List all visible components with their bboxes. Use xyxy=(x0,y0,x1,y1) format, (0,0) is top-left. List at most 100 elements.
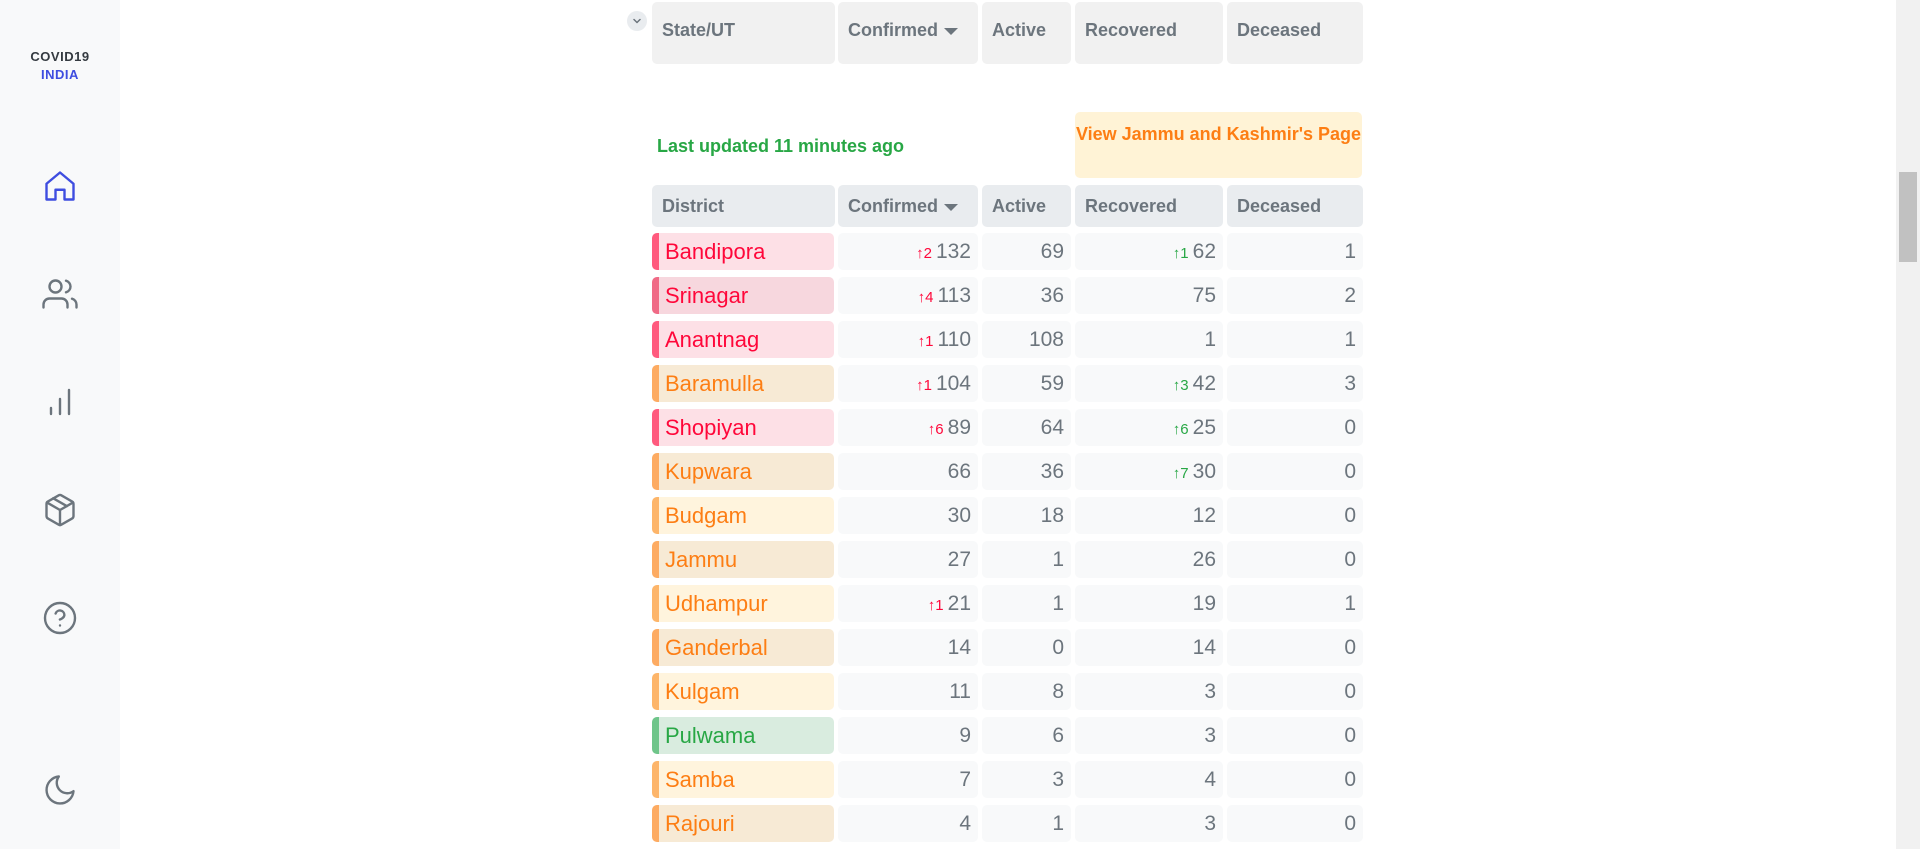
confirmed-cell: ↑1 110 xyxy=(838,321,978,358)
active-value: 6 xyxy=(1052,724,1064,747)
district-name-cell[interactable]: Kupwara xyxy=(652,453,834,490)
table-row[interactable]: Jammu 27 1 26 0 xyxy=(652,541,1363,578)
active-cell: 64 xyxy=(982,409,1071,446)
district-name-cell[interactable]: Baramulla xyxy=(652,365,834,402)
table-row[interactable]: Bandipora ↑2 132 69 ↑1 62 1 xyxy=(652,233,1363,270)
header-state[interactable]: State/UT xyxy=(652,2,835,64)
table-row[interactable]: Samba 7 3 4 0 xyxy=(652,761,1363,798)
district-name-cell[interactable]: Udhampur xyxy=(652,585,834,622)
dark-mode-toggle[interactable] xyxy=(38,768,82,812)
deceased-value: 1 xyxy=(1344,328,1356,351)
active-cell: 6 xyxy=(982,717,1071,754)
active-value: 69 xyxy=(1040,240,1064,263)
table-row[interactable]: Srinagar ↑4 113 36 75 2 xyxy=(652,277,1363,314)
active-cell: 3 xyxy=(982,761,1071,798)
confirmed-value: 9 xyxy=(959,724,971,747)
district-name-cell[interactable]: Jammu xyxy=(652,541,834,578)
recovered-value: 12 xyxy=(1192,504,1216,527)
nav-charts[interactable] xyxy=(38,380,82,424)
confirmed-cell: 7 xyxy=(838,761,978,798)
table-row[interactable]: Udhampur ↑1 21 1 19 1 xyxy=(652,585,1363,622)
deceased-cell: 0 xyxy=(1227,717,1363,754)
confirmed-delta-value: 1 xyxy=(935,597,944,614)
district-name: Baramulla xyxy=(665,371,765,396)
district-name-cell[interactable]: Rajouri xyxy=(652,805,834,842)
nav-home[interactable] xyxy=(38,164,82,208)
severity-bar xyxy=(652,321,659,358)
nav-faq[interactable] xyxy=(38,596,82,640)
table-row[interactable]: Kupwara 66 36 ↑7 30 0 xyxy=(652,453,1363,490)
severity-bar xyxy=(652,233,659,270)
deceased-value: 3 xyxy=(1344,372,1356,395)
district-name: Rajouri xyxy=(665,811,735,836)
district-name-cell[interactable]: Kulgam xyxy=(652,673,834,710)
district-name-cell[interactable]: Bandipora xyxy=(652,233,834,270)
recovered-cell: ↑3 42 xyxy=(1075,365,1223,402)
header-district-deceased[interactable]: Deceased xyxy=(1227,185,1363,227)
help-circle-icon xyxy=(43,601,77,635)
recovered-value: 42 xyxy=(1192,372,1216,395)
table-row[interactable]: Ganderbal 14 0 14 0 xyxy=(652,629,1363,666)
brand-logo[interactable]: COVID19 INDIA xyxy=(0,48,120,84)
header-district-recovered[interactable]: Recovered xyxy=(1075,185,1223,227)
district-name-cell[interactable]: Budgam xyxy=(652,497,834,534)
active-value: 1 xyxy=(1052,812,1064,835)
district-name-cell[interactable]: Shopiyan xyxy=(652,409,834,446)
nav-volunteers[interactable] xyxy=(38,272,82,316)
vertical-scrollbar[interactable] xyxy=(1896,0,1920,849)
district-name-cell[interactable]: Anantnag xyxy=(652,321,834,358)
collapse-row-button[interactable] xyxy=(627,11,647,31)
active-value: 3 xyxy=(1052,768,1064,791)
bar-chart-icon xyxy=(49,388,71,416)
active-value: 59 xyxy=(1040,372,1064,395)
deceased-value: 2 xyxy=(1344,284,1356,307)
table-row[interactable]: Kulgam 11 8 3 0 xyxy=(652,673,1363,710)
district-name-cell[interactable]: Pulwama xyxy=(652,717,834,754)
recovered-cell: 12 xyxy=(1075,497,1223,534)
district-name: Kupwara xyxy=(665,459,752,484)
package-icon xyxy=(45,493,75,527)
arrow-up-icon: ↑ xyxy=(916,377,924,394)
header-confirmed-label: Confirmed xyxy=(848,20,938,40)
view-state-page-button[interactable]: View Jammu and Kashmir's Page xyxy=(1075,112,1362,178)
table-row[interactable]: Budgam 30 18 12 0 xyxy=(652,497,1363,534)
confirmed-value: 104 xyxy=(935,372,971,395)
table-row[interactable]: Shopiyan ↑6 89 64 ↑6 25 0 xyxy=(652,409,1363,446)
header-active[interactable]: Active xyxy=(982,2,1071,64)
table-row[interactable]: Anantnag ↑1 110 108 1 1 xyxy=(652,321,1363,358)
recovered-cell: 19 xyxy=(1075,585,1223,622)
confirmed-delta: ↑4 xyxy=(918,289,934,306)
header-district-confirmed[interactable]: Confirmed xyxy=(838,185,978,227)
table-row[interactable]: Pulwama 9 6 3 0 xyxy=(652,717,1363,754)
header-recovered[interactable]: Recovered xyxy=(1075,2,1223,64)
recovered-cell: 4 xyxy=(1075,761,1223,798)
header-district-active[interactable]: Active xyxy=(982,185,1071,227)
deceased-value: 1 xyxy=(1344,240,1356,263)
active-cell: 1 xyxy=(982,585,1071,622)
confirmed-delta-value: 2 xyxy=(923,245,932,262)
district-name-cell[interactable]: Srinagar xyxy=(652,277,834,314)
severity-bar xyxy=(652,629,659,666)
district-name: Srinagar xyxy=(665,283,749,308)
scrollbar-thumb[interactable] xyxy=(1899,172,1917,262)
confirmed-cell: 30 xyxy=(838,497,978,534)
header-district-recovered-label: Recovered xyxy=(1085,196,1178,216)
nav-resources[interactable] xyxy=(38,488,82,532)
recovered-value: 14 xyxy=(1192,636,1216,659)
table-row[interactable]: Baramulla ↑1 104 59 ↑3 42 3 xyxy=(652,365,1363,402)
confirmed-delta: ↑2 xyxy=(916,245,932,262)
header-district[interactable]: District xyxy=(652,185,835,227)
active-value: 36 xyxy=(1040,284,1064,307)
district-name-cell[interactable]: Samba xyxy=(652,761,834,798)
header-confirmed[interactable]: Confirmed xyxy=(838,2,978,64)
table-row[interactable]: Rajouri 4 1 3 0 xyxy=(652,805,1363,842)
district-name-cell[interactable]: Ganderbal xyxy=(652,629,834,666)
recovered-cell: ↑7 30 xyxy=(1075,453,1223,490)
confirmed-value: 113 xyxy=(937,284,971,307)
confirmed-value: 110 xyxy=(937,328,971,351)
confirmed-delta: ↑1 xyxy=(916,377,932,394)
sidebar: COVID19 INDIA xyxy=(0,0,120,849)
brand-line-1: COVID19 xyxy=(30,49,90,64)
deceased-value: 0 xyxy=(1344,812,1356,835)
header-deceased[interactable]: Deceased xyxy=(1227,2,1363,64)
